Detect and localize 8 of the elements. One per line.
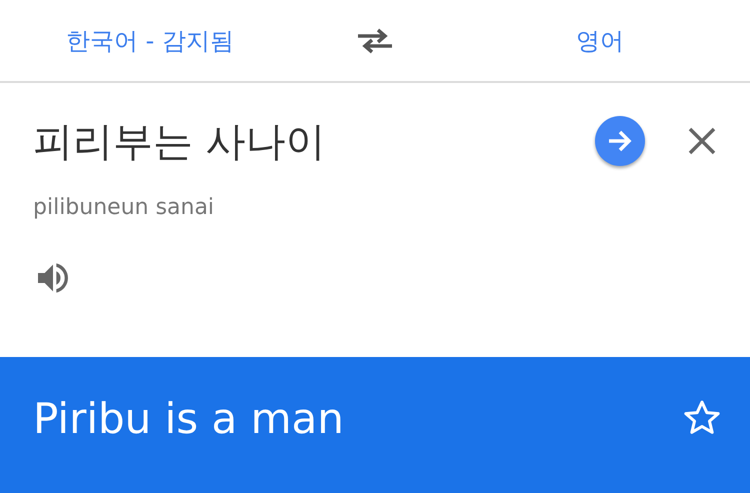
swap-icon[interactable] [356,26,394,54]
target-language[interactable]: 영어 [568,20,632,60]
source-language[interactable]: 한국어 - 감지됨 [58,20,242,60]
translate-button[interactable] [595,116,645,166]
translation-text: Piribu is a man [33,394,344,442]
transliteration: pilibuneun sanai [33,195,216,220]
source-text[interactable]: 피리부는 사나이 [33,114,595,168]
close-icon[interactable] [687,126,717,156]
